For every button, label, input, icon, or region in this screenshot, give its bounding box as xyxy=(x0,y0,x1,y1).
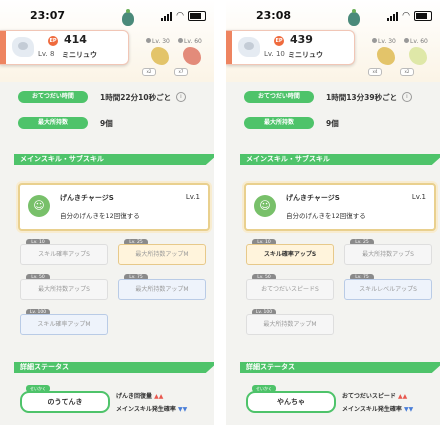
status-icons: ◠ xyxy=(161,11,206,21)
main-skill-description: 自分のげんきを12回復する xyxy=(60,212,140,220)
evolution-badge: x4 xyxy=(368,68,382,76)
section-status: 詳細ステータス xyxy=(14,362,214,373)
evolution-badge: x2 xyxy=(400,68,414,76)
status-time: 23:07 xyxy=(30,9,66,22)
down-arrows-icon: ▼▼ xyxy=(177,406,188,413)
pokemon-level: Lv. 8 xyxy=(38,50,55,58)
energy-icon: EP xyxy=(274,36,284,46)
help-time-label: おてつだい時間 xyxy=(18,91,88,103)
evolution-level: Lv. 30 xyxy=(372,38,396,45)
sub-skill[interactable]: スキル確率アップS xyxy=(20,244,108,265)
pokemon-name: ミニリュウ xyxy=(288,51,323,59)
main-skill-icon: ☺ xyxy=(28,195,50,217)
pokemon-avatar xyxy=(12,37,34,57)
sub-skill[interactable]: 最大所持数アップM xyxy=(246,314,334,335)
evolution-sprite xyxy=(151,47,169,65)
sub-skill[interactable]: 最大所持数アップM xyxy=(118,244,206,265)
evolution-sprite xyxy=(409,47,427,65)
nature-down-effect: メインスキル発生確率 ▼▼ xyxy=(342,406,414,413)
pokemon-card[interactable]: EP 439 Lv. 10 ミニリュウ xyxy=(226,30,355,65)
section-status: 詳細ステータス xyxy=(240,362,440,373)
main-skill-name: げんきチャージS xyxy=(286,194,340,202)
main-skill-description: 自分のげんきを12回復する xyxy=(286,212,366,220)
evolution-level: Lv. 60 xyxy=(404,38,428,45)
evolution-sprite xyxy=(377,47,395,65)
section-skills: メインスキル・サブスキル xyxy=(14,154,214,165)
sub-skill[interactable]: 最大所持数アップS xyxy=(20,279,108,300)
main-skill-box[interactable]: ☺ げんきチャージS Lv.1 自分のげんきを12回復する xyxy=(18,183,210,231)
up-arrows-icon: ▲▲ xyxy=(397,393,408,400)
max-carry-value: 9個 xyxy=(100,119,113,128)
max-carry-label: 最大所持数 xyxy=(244,117,314,129)
help-time-label: おてつだい時間 xyxy=(244,91,314,103)
berry-icon xyxy=(122,9,134,26)
main-skill-name: げんきチャージS xyxy=(60,194,114,202)
sub-skill[interactable]: 最大所持数アップM xyxy=(118,279,206,300)
sub-skill[interactable]: おてつだいスピードS xyxy=(246,279,334,300)
main-skill-icon: ☺ xyxy=(254,195,276,217)
card-accent xyxy=(226,31,232,64)
evolution-level: Lv. 30 xyxy=(146,38,170,45)
card-accent xyxy=(0,31,6,64)
evolution-level: Lv. 60 xyxy=(178,38,202,45)
energy-icon: EP xyxy=(48,36,58,46)
max-carry-label: 最大所持数 xyxy=(18,117,88,129)
battery-icon xyxy=(414,11,432,21)
evolution-stage-2[interactable]: Lv. 60 x2 xyxy=(400,38,430,76)
evolution-stage-2[interactable]: Lv. 60 x7 xyxy=(174,38,204,76)
info-icon[interactable]: i xyxy=(176,92,186,102)
sub-skill[interactable]: スキルレベルアップS xyxy=(344,279,432,300)
signal-icon xyxy=(161,11,173,21)
sub-skill[interactable]: スキル確率アップS xyxy=(246,244,334,265)
berry-icon xyxy=(348,9,360,26)
main-skill-level: Lv.1 xyxy=(411,193,426,201)
up-arrows-icon: ▲▲ xyxy=(154,393,164,400)
pokemon-name: ミニリュウ xyxy=(62,51,97,59)
evolution-badge: x2 xyxy=(142,68,156,76)
screenshot-right: 23:08 ◠ EP 439 Lv. 10 ミニリュウ Lv. 30 x4 Lv… xyxy=(226,0,440,425)
evolution-stage-1[interactable]: Lv. 30 x4 xyxy=(368,38,398,76)
energy-value: 439 xyxy=(290,33,313,46)
nature-value[interactable]: のうてんき xyxy=(20,391,110,413)
sub-skill[interactable]: スキル確率アップM xyxy=(20,314,108,335)
status-icons: ◠ xyxy=(387,11,432,21)
nature-up-effect: おてつだいスピード ▲▲ xyxy=(342,393,408,400)
pokemon-avatar xyxy=(238,37,260,57)
main-skill-level: Lv.1 xyxy=(185,193,200,201)
info-icon[interactable]: i xyxy=(402,92,412,102)
status-time: 23:08 xyxy=(256,9,292,22)
help-time-value: 1時間13分39秒ごと xyxy=(326,93,398,102)
section-skills: メインスキル・サブスキル xyxy=(240,154,440,165)
evolution-stage-1[interactable]: Lv. 30 x2 xyxy=(142,38,172,76)
evolution-sprite xyxy=(183,47,201,65)
main-skill-box[interactable]: ☺ げんきチャージS Lv.1 自分のげんきを12回復する xyxy=(244,183,436,231)
sub-skill[interactable]: 最大所持数アップS xyxy=(344,244,432,265)
wifi-icon: ◠ xyxy=(176,10,184,21)
signal-icon xyxy=(387,11,399,21)
nature-value[interactable]: やんちゃ xyxy=(246,391,336,413)
help-time-value: 1時間22分10秒ごと xyxy=(100,93,172,102)
battery-icon xyxy=(188,11,206,21)
nature-up-effect: げんき回復量 ▲▲ xyxy=(116,393,164,400)
screenshot-left: 23:07 ◠ EP 414 Lv. 8 ミニリュウ Lv. 30 x2 Lv.… xyxy=(0,0,214,425)
max-carry-value: 9個 xyxy=(326,119,339,128)
wifi-icon: ◠ xyxy=(402,10,410,21)
down-arrows-icon: ▼▼ xyxy=(403,406,414,413)
pokemon-level: Lv. 10 xyxy=(264,50,285,58)
pokemon-card[interactable]: EP 414 Lv. 8 ミニリュウ xyxy=(0,30,129,65)
energy-value: 414 xyxy=(64,33,87,46)
nature-down-effect: メインスキル発生確率 ▼▼ xyxy=(116,406,188,413)
evolution-badge: x7 xyxy=(174,68,188,76)
